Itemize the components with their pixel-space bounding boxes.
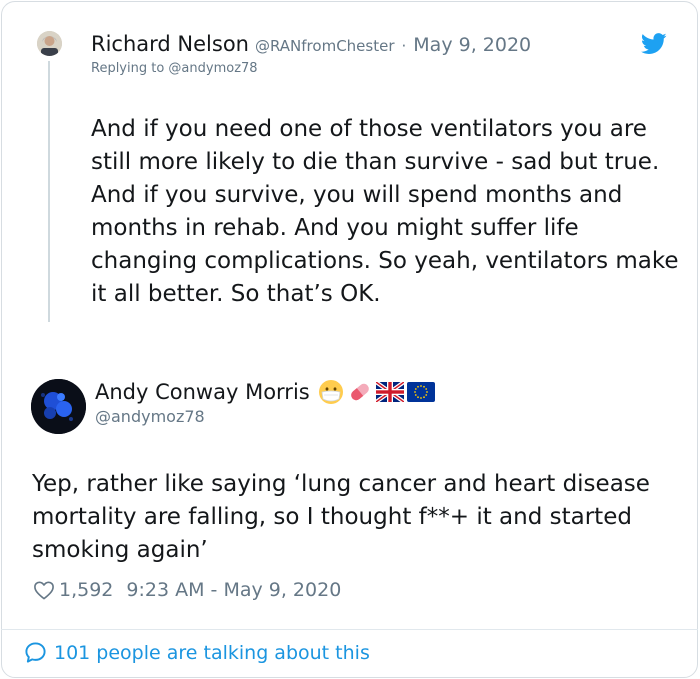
separator-dot: · (401, 37, 407, 55)
tweet-embed-card (1, 1, 698, 678)
tweet-meta-row: 1,592 9:23 AM - May 9, 2020 (33, 579, 341, 601)
face-with-medical-mask-icon (318, 380, 343, 404)
like-count[interactable]: 1,592 (59, 579, 113, 601)
main-author-row: Andy Conway Morris (95, 379, 435, 405)
speech-bubble-icon (25, 642, 46, 663)
main-tweet-text: Yep, rather like saying ‘lung cancer and… (32, 471, 650, 563)
tweet-timestamp[interactable]: 9:23 AM - May 9, 2020 (126, 579, 341, 601)
thread-connector-line (48, 61, 50, 322)
conversation-link[interactable]: 101 people are talking about this (24, 641, 370, 664)
parent-tweet-text: And if you need one of those ventilators… (91, 116, 679, 307)
talking-count-label[interactable]: 101 people are talking about this (54, 642, 370, 664)
parent-tweet-header: Richard Nelson @RANfromChester · May 9, … (91, 32, 531, 56)
heart-icon[interactable] (33, 580, 55, 600)
flag-european-union-icon (406, 382, 435, 402)
flag-united-kingdom-icon (375, 382, 404, 402)
twitter-bird-icon[interactable] (641, 33, 667, 55)
main-avatar[interactable] (31, 379, 86, 434)
pill-icon (350, 383, 369, 401)
replying-to-label[interactable]: Replying to @andymoz78 (91, 61, 258, 76)
parent-avatar[interactable] (37, 31, 62, 56)
parent-author-name[interactable]: Richard Nelson (91, 32, 249, 56)
main-author-handle[interactable]: @andymoz78 (95, 407, 205, 426)
name-emoji-group (318, 379, 435, 405)
parent-author-handle[interactable]: @RANfromChester (255, 37, 395, 55)
footer-divider (1, 629, 698, 630)
main-author-name[interactable]: Andy Conway Morris (95, 380, 310, 404)
parent-tweet-date[interactable]: May 9, 2020 (413, 34, 531, 56)
